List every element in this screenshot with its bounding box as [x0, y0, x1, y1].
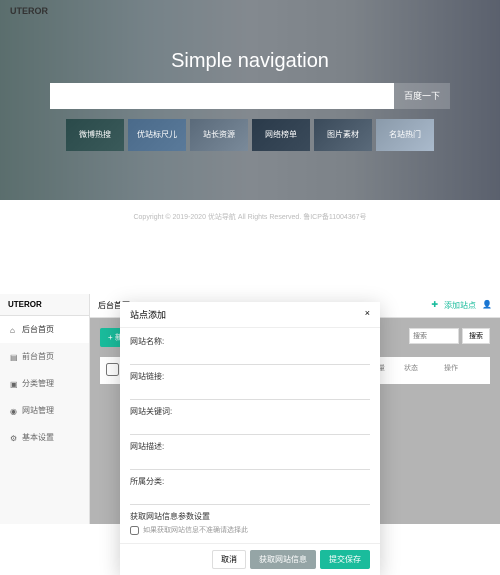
- select-all-checkbox[interactable]: [106, 363, 119, 376]
- hero-section: UTEROR Simple navigation 百度一下 微博热搜 优站标尺儿…: [0, 0, 500, 200]
- label-desc: 网站描述:: [130, 441, 370, 452]
- sidebar-item-home[interactable]: ⌂ 后台首页: [0, 316, 89, 343]
- input-site-name[interactable]: [130, 349, 370, 365]
- tile-wangluo[interactable]: 网络榜单: [252, 119, 310, 151]
- sidebar-item-label: 后台首页: [22, 324, 54, 335]
- submit-button[interactable]: 提交保存: [320, 550, 370, 569]
- admin-logo: UTEROR: [0, 294, 89, 316]
- home-icon: ⌂: [10, 326, 18, 334]
- checkbox-label: 如果获取网站信息不准确请选择此: [143, 525, 248, 535]
- action-add[interactable]: ✚: [431, 300, 438, 311]
- tile-youzhan[interactable]: 优站标尺儿: [128, 119, 186, 151]
- table-search-button[interactable]: 搜索: [462, 328, 490, 344]
- modal-title: 站点添加: [130, 308, 166, 321]
- label-name: 网站名称:: [130, 336, 370, 347]
- checkbox-row: 如果获取网站信息不准确请选择此: [130, 525, 370, 535]
- sidebar-item-settings[interactable]: ⚙ 基本设置: [0, 424, 89, 451]
- table-search: 搜索: [409, 328, 490, 344]
- input-site-category[interactable]: [130, 489, 370, 505]
- sidebar-item-website[interactable]: ◉ 网站管理: [0, 397, 89, 424]
- admin-sidebar: UTEROR ⌂ 后台首页 ▤ 前台首页 ▣ 分类管理 ◉ 网站管理 ⚙ 基本设置: [0, 294, 90, 524]
- modal-header: 站点添加 ×: [120, 302, 380, 328]
- modal-body: 网站名称: 网站链接: 网站关键词: 网站描述: 所属分类: 获取网站信息参数设…: [120, 328, 380, 543]
- site-logo: UTEROR: [10, 6, 48, 16]
- topbar-actions: ✚ 添加站点 👤: [431, 300, 492, 311]
- search-input[interactable]: [50, 83, 394, 109]
- user-icon[interactable]: 👤: [482, 300, 492, 311]
- col-action: 操作: [444, 363, 484, 378]
- close-icon[interactable]: ×: [365, 308, 370, 321]
- sidebar-item-label: 网站管理: [22, 405, 54, 416]
- tile-mingzhan[interactable]: 名站热门: [376, 119, 434, 151]
- accuracy-checkbox[interactable]: [130, 526, 139, 535]
- globe-icon: ◉: [10, 407, 18, 415]
- sidebar-item-label: 基本设置: [22, 432, 54, 443]
- admin-panel: UTEROR ⌂ 后台首页 ▤ 前台首页 ▣ 分类管理 ◉ 网站管理 ⚙ 基本设置 后台首…: [0, 294, 500, 524]
- tile-tupian[interactable]: 图片素材: [314, 119, 372, 151]
- search-button[interactable]: 百度一下: [394, 83, 450, 109]
- search-bar: 百度一下: [50, 83, 450, 109]
- cancel-button[interactable]: 取消: [212, 550, 246, 569]
- tile-weibo[interactable]: 微博热搜: [66, 119, 124, 151]
- input-site-desc[interactable]: [130, 454, 370, 470]
- section-fetch-params: 获取网站信息参数设置: [130, 511, 370, 522]
- tile-zhanzhang[interactable]: 站长资源: [190, 119, 248, 151]
- hero-title: Simple navigation: [171, 50, 329, 73]
- modal-footer: 取消 获取网站信息 提交保存: [120, 543, 380, 575]
- sidebar-item-front[interactable]: ▤ 前台首页: [0, 343, 89, 370]
- sidebar-item-label: 分类管理: [22, 378, 54, 389]
- sidebar-item-label: 前台首页: [22, 351, 54, 362]
- list-icon: ▤: [10, 353, 18, 361]
- label-category: 所属分类:: [130, 476, 370, 487]
- fetch-button[interactable]: 获取网站信息: [250, 550, 316, 569]
- table-search-input[interactable]: [409, 328, 459, 344]
- col-status: 状态: [404, 363, 444, 378]
- category-tiles: 微博热搜 优站标尺儿 站长资源 网络榜单 图片素材 名站热门: [66, 119, 434, 151]
- sidebar-item-category[interactable]: ▣ 分类管理: [0, 370, 89, 397]
- topbar-label: 添加站点: [444, 300, 476, 311]
- add-site-modal: 站点添加 × 网站名称: 网站链接: 网站关键词: 网站描述: 所属分类: 获取…: [120, 302, 380, 575]
- input-site-keywords[interactable]: [130, 419, 370, 435]
- copyright-text: Copyright © 2019-2020 优站导航 All Rights Re…: [0, 200, 500, 234]
- input-site-link[interactable]: [130, 384, 370, 400]
- folder-icon: ▣: [10, 380, 18, 388]
- label-keywords: 网站关键词:: [130, 406, 370, 417]
- gear-icon: ⚙: [10, 434, 18, 442]
- label-link: 网站链接:: [130, 371, 370, 382]
